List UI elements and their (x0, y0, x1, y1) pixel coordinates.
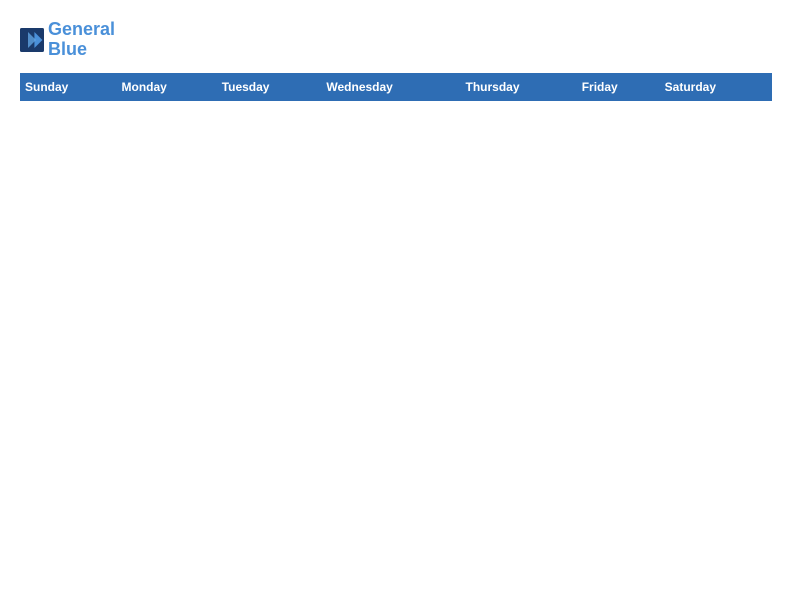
column-header-friday: Friday (577, 73, 660, 100)
column-header-wednesday: Wednesday (322, 73, 461, 100)
column-header-thursday: Thursday (461, 73, 577, 100)
calendar-table: SundayMondayTuesdayWednesdayThursdayFrid… (20, 73, 772, 101)
column-header-saturday: Saturday (660, 73, 771, 100)
column-header-sunday: Sunday (21, 73, 118, 100)
logo-line1: General (48, 20, 115, 40)
logo: General Blue (20, 20, 115, 60)
logo-line2: Blue (48, 40, 115, 60)
logo-icon (20, 28, 44, 52)
column-header-tuesday: Tuesday (217, 73, 322, 100)
column-header-monday: Monday (117, 73, 217, 100)
